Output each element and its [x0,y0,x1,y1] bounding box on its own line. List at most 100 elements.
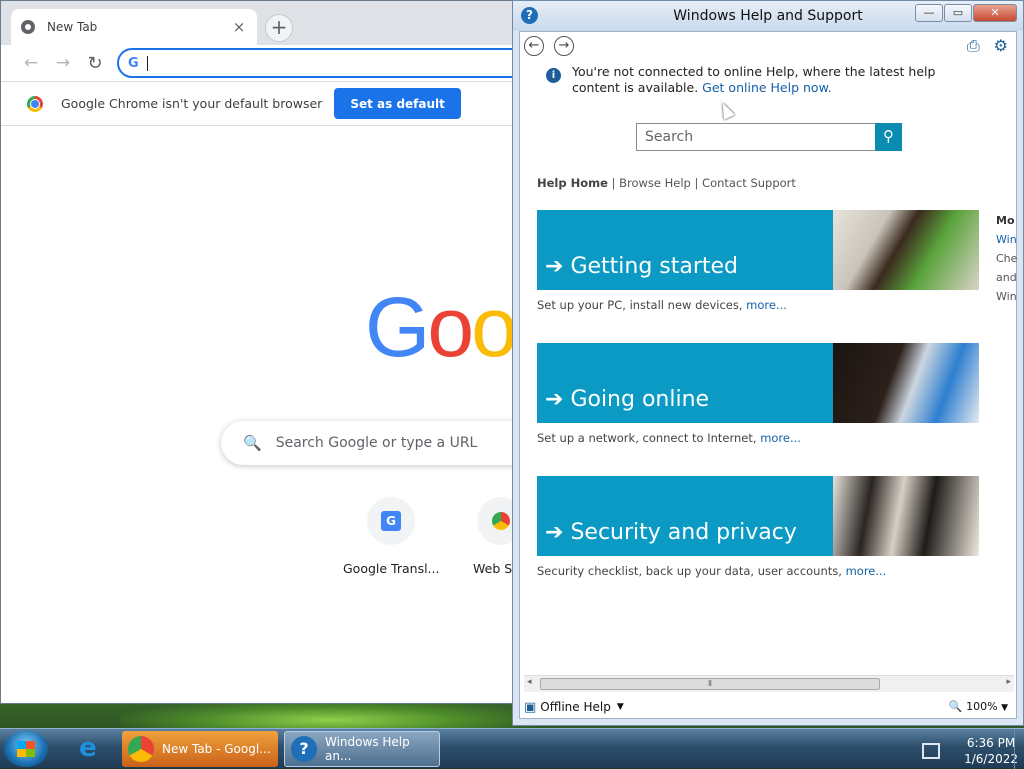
chrome-icon [128,736,154,762]
default-browser-infobar: Google Chrome isn't your default browser… [1,81,515,126]
more-link[interactable]: more... [760,431,801,445]
maximize-button[interactable]: ▭ [944,4,972,22]
internet-explorer-icon[interactable]: e [66,733,110,765]
logo-letter: G [365,280,430,374]
chrome-favicon-icon [21,20,35,34]
infobar-message: Google Chrome isn't your default browser [61,96,323,111]
card-band: ➔ Security and privacy [537,476,833,556]
network-icon[interactable] [922,743,941,759]
taskbar: e New Tab - Googl... ? Windows Help an..… [0,728,1024,769]
tab-strip: New Tab × + [1,1,515,45]
shortcut-google-translate[interactable]: G Google Transl... [343,497,439,576]
more-line: Che [996,252,1018,265]
card-desc-text: Security checklist, back up your data, u… [537,564,842,578]
back-arrow-icon[interactable]: ← [17,53,45,73]
card-desc-text: Set up a network, connect to Internet, [537,431,757,445]
browse-help-link[interactable]: Browse Help [619,176,691,190]
card-going-online[interactable]: ➔ Going online [537,343,979,423]
more-link[interactable]: Win [996,233,1017,246]
help-titlebar: ? Windows Help and Support — ▭ ✕ [513,1,1023,31]
help-window: ? Windows Help and Support — ▭ ✕ ← → ⎙ ⚙… [512,0,1024,726]
horizontal-scrollbar[interactable]: ◂ ⦀ ▸ [524,675,1014,692]
arrow-right-icon: ➔ [545,520,564,545]
card-description: Set up your PC, install new devices, mor… [537,298,787,312]
reload-icon[interactable]: ↻ [81,53,109,74]
more-line: and [996,271,1017,284]
taskbar-chrome[interactable]: New Tab - Googl... [122,731,278,767]
card-photo [833,476,979,556]
help-content: ← → ⎙ ⚙ i You're not connected to online… [519,31,1017,719]
help-question-icon: ? [291,736,317,762]
more-line: Win [996,290,1017,303]
scroll-right-icon[interactable]: ▸ [1006,677,1011,687]
show-desktop-button[interactable] [1014,729,1024,769]
help-home-link[interactable]: Help Home [537,176,608,190]
chrome-logo-icon [27,95,43,112]
card-security-privacy[interactable]: ➔ Security and privacy [537,476,979,556]
shortcut-web-store[interactable]: Web St... [453,497,515,576]
system-tray: 6:36 PM 1/6/2022 [922,735,1018,767]
scroll-left-icon[interactable]: ◂ [527,677,532,687]
shortcut-label: Google Transl... [343,561,440,576]
zoom-level: 100% [966,700,998,713]
google-logo: Goog [365,279,515,376]
logo-letter: o [471,280,515,374]
logo-letter: o [427,280,474,374]
card-band: ➔ Going online [537,343,833,423]
arrow-right-icon: ➔ [545,387,564,412]
contact-support-link[interactable]: Contact Support [702,176,796,190]
start-button[interactable] [4,731,48,767]
taskbar-help[interactable]: ? Windows Help an... [284,731,440,767]
get-online-help-link[interactable]: Get online Help now. [702,80,831,95]
offline-help-dropdown[interactable]: Offline Help [540,700,611,714]
more-heading: Mo [996,214,1015,227]
card-photo [833,210,979,290]
chrome-toolbar: ← → ↻ G [1,45,515,81]
windows-logo-icon [17,741,35,757]
google-g-icon: G [128,55,139,71]
help-search-input[interactable]: Search [636,123,876,151]
zoom-control[interactable]: 🔍 100% ▼ [949,700,1008,713]
link-separator: | [611,176,616,190]
tab-close-icon[interactable]: × [231,18,247,36]
forward-arrow-icon[interactable]: → [554,36,574,56]
back-arrow-icon[interactable]: ← [524,36,544,56]
more-link[interactable]: more... [746,298,787,312]
web-store-icon [492,512,510,530]
new-tab-button[interactable]: + [265,14,293,42]
card-description: Security checklist, back up your data, u… [537,564,886,578]
more-help-sidebar: Mo Win Che and Win [996,211,1024,306]
address-input[interactable] [146,55,447,71]
tab-new-tab[interactable]: New Tab × [11,9,257,45]
card-title: Security and privacy [570,520,797,545]
card-photo [833,343,979,423]
gear-icon[interactable]: ⚙ [994,36,1008,56]
set-as-default-button[interactable]: Set as default [334,88,461,119]
card-getting-started[interactable]: ➔ Getting started [537,210,979,290]
search-placeholder: Search Google or type a URL [275,435,478,451]
clock[interactable]: 6:36 PM 1/6/2022 [964,735,1018,767]
circle [477,497,515,545]
tab-title: New Tab [47,20,98,34]
help-links: Help Home | Browse Help | Contact Suppor… [537,176,796,190]
search-icon[interactable]: ⚲ [875,123,902,151]
minimize-button[interactable]: — [915,4,943,22]
help-statusbar: ▣ Offline Help ▼ 🔍 100% ▼ [520,695,1016,719]
chevron-down-icon: ▼ [1001,703,1008,713]
help-tools: ⎙ ⚙ [953,36,1008,56]
card-title: Going online [570,387,710,412]
scroll-thumb[interactable]: ⦀ [540,678,880,690]
print-icon[interactable]: ⎙ [967,36,980,56]
card-title: Getting started [570,254,739,279]
forward-arrow-icon[interactable]: → [49,53,77,73]
offline-help-icon: ▣ [524,699,537,715]
google-search-box[interactable]: 🔍 Search Google or type a URL [221,421,515,465]
search-icon: 🔍 [243,434,262,452]
omnibox[interactable]: G [117,48,515,78]
chevron-down-icon[interactable]: ▼ [617,702,624,712]
card-band: ➔ Getting started [537,210,833,290]
google-translate-icon: G [381,511,401,531]
close-button[interactable]: ✕ [973,4,1017,22]
clock-time: 6:36 PM [966,736,1016,750]
more-link[interactable]: more... [846,564,887,578]
